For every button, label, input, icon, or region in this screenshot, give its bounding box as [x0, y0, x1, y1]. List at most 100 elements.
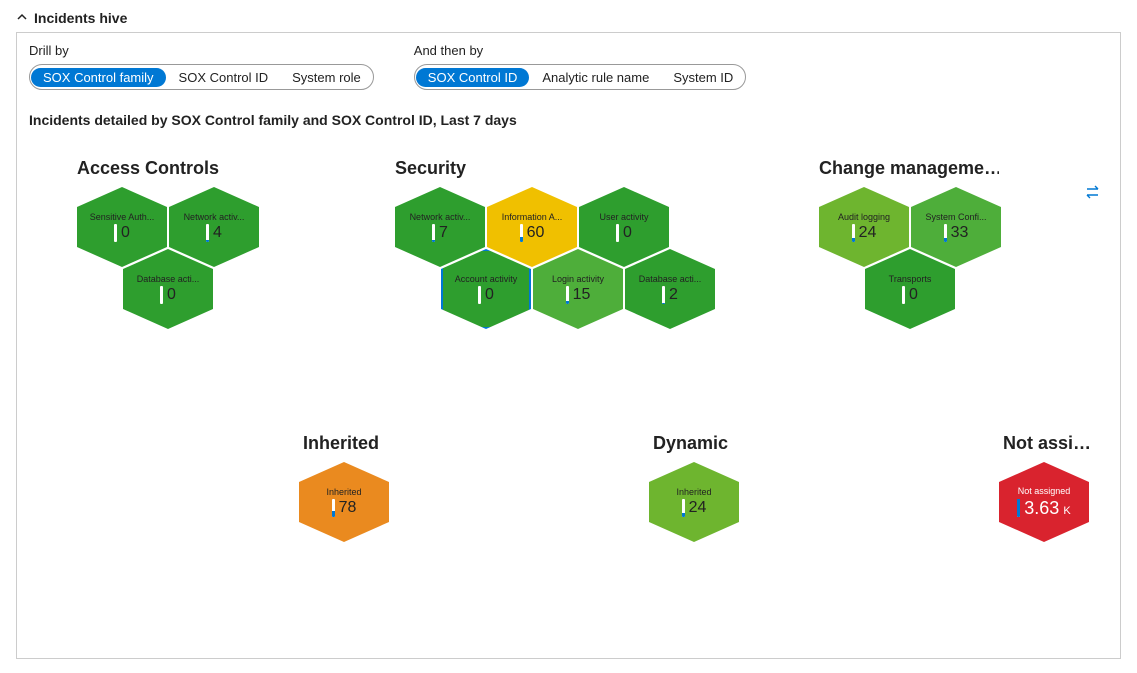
hex-value: 7: [439, 224, 448, 242]
cluster-title: Access Controls: [77, 158, 219, 179]
hex-tile[interactable]: Database acti...2: [625, 249, 715, 329]
hex-label: Transports: [869, 274, 951, 284]
hex-tile[interactable]: User activity0: [579, 187, 669, 267]
hex-value-row: 3.63 K: [1017, 498, 1070, 519]
drill-by-segment: SOX Control familySOX Control IDSystem r…: [29, 64, 374, 90]
cluster-access-controls: Access ControlsSensitive Auth...0Network…: [77, 158, 219, 187]
section-title: Incidents hive: [34, 10, 127, 26]
hex-bar: [160, 286, 163, 304]
hex-value: 15: [573, 286, 591, 304]
hex-tile[interactable]: Login activity 15: [533, 249, 623, 329]
hex-bar: [662, 286, 665, 304]
hex-bar: [520, 224, 523, 242]
hex-value-row: 60: [520, 224, 545, 242]
hex-value: 24: [689, 499, 707, 517]
hex-value: 2: [669, 286, 678, 304]
drill-by-label: Drill by: [29, 43, 374, 58]
then-by-segment: SOX Control IDAnalytic rule nameSystem I…: [414, 64, 747, 90]
hex-value-row: 15: [566, 286, 591, 304]
hex-value: 60: [527, 224, 545, 242]
hex-label: Login activity: [537, 274, 619, 284]
chevron-up-icon: [16, 11, 28, 26]
hex-tile[interactable]: Network activ... 7: [395, 187, 485, 267]
hex-value-row: 4: [206, 224, 222, 242]
hex-value-row: 0: [616, 224, 632, 242]
hex-value: 0: [121, 224, 130, 242]
cluster-dynamic: DynamicInherited24: [649, 433, 728, 462]
hex-label: System Confi...: [915, 212, 997, 222]
hex-label: Information A...: [491, 212, 573, 222]
hex-label: Account activity: [445, 274, 527, 284]
cluster-title: Dynamic: [653, 433, 728, 454]
hex-label: Database acti...: [127, 274, 209, 284]
then-by-option[interactable]: SOX Control ID: [416, 68, 530, 87]
hex-tile[interactable]: Sensitive Auth... 0: [77, 187, 167, 267]
hex-label: Inherited: [303, 487, 385, 497]
hex-value-row: 24: [852, 224, 877, 242]
then-by-label: And then by: [414, 43, 747, 58]
hex-value: 0: [167, 286, 176, 304]
hex-tile[interactable]: Not assigned 3.63 K: [999, 462, 1089, 542]
chart-subtitle: Incidents detailed by SOX Control family…: [29, 112, 1108, 128]
hex-label: Sensitive Auth...: [81, 212, 163, 222]
cluster-not-assigned: Not assi…Not assigned3.63 K: [999, 433, 1091, 462]
cluster-change-management: Change manageme…Audit logging24System Co…: [819, 158, 999, 187]
cluster-inherited: InheritedInherited78: [299, 433, 379, 462]
hex-label: Network activ...: [173, 212, 255, 222]
hex-bar: [566, 286, 569, 304]
hex-bar: [944, 224, 947, 242]
drill-by-option[interactable]: SOX Control ID: [167, 67, 281, 88]
hex-tile[interactable]: Inherited 24: [649, 462, 739, 542]
hex-label: Audit logging: [823, 212, 905, 222]
hex-tile[interactable]: System Confi... 33: [911, 187, 1001, 267]
hex-bar: [616, 224, 619, 242]
hex-unit: K: [1060, 505, 1070, 517]
panel: Drill by SOX Control familySOX Control I…: [16, 32, 1121, 659]
hex-tile[interactable]: Transports 0: [865, 249, 955, 329]
hex-tile[interactable]: Information A... 60: [487, 187, 577, 267]
drill-by-option[interactable]: System role: [280, 67, 373, 88]
hex-bar: [432, 224, 435, 242]
drill-by-option[interactable]: SOX Control family: [31, 68, 166, 87]
hex-value-row: 0: [478, 286, 494, 304]
hex-bar: [1017, 499, 1020, 517]
hex-bar: [206, 224, 209, 242]
hex-label: Inherited: [653, 487, 735, 497]
hex-value-row: 24: [682, 499, 707, 517]
hex-tile[interactable]: Inherited 78: [299, 462, 389, 542]
cluster-title: Inherited: [303, 433, 379, 454]
hex-value-row: 78: [332, 499, 357, 517]
hex-bar: [114, 224, 117, 242]
cluster-security: SecurityNetwork activ...7Information A..…: [395, 158, 466, 187]
drill-by-group: Drill by SOX Control familySOX Control I…: [29, 43, 374, 90]
hex-value-row: 0: [902, 286, 918, 304]
then-by-option[interactable]: Analytic rule name: [530, 67, 661, 88]
hex-label: Not assigned: [1003, 486, 1085, 496]
section-header[interactable]: Incidents hive: [16, 10, 1121, 26]
hex-value: 0: [623, 224, 632, 242]
hex-value: 0: [909, 286, 918, 304]
hex-bar: [332, 499, 335, 517]
hex-bar: [478, 286, 481, 304]
then-by-group: And then by SOX Control IDAnalytic rule …: [414, 43, 747, 90]
hex-value: 33: [951, 224, 969, 242]
hex-value: 24: [859, 224, 877, 242]
hex-value-row: 33: [944, 224, 969, 242]
hex-value-row: 7: [432, 224, 448, 242]
hex-value: 4: [213, 224, 222, 242]
hex-tile[interactable]: Database acti... 0: [123, 249, 213, 329]
hex-bar: [682, 499, 685, 517]
hex-value: 78: [339, 499, 357, 517]
cluster-title: Change manageme…: [819, 158, 999, 179]
hex-value: 3.63 K: [1024, 498, 1070, 519]
hex-tile[interactable]: Audit logging 24: [819, 187, 909, 267]
hex-tile[interactable]: Account activity 0: [441, 249, 531, 329]
then-by-option[interactable]: System ID: [661, 67, 745, 88]
cluster-title: Not assi…: [1003, 433, 1091, 454]
hex-clusters: Access Controls Sensitive Auth... 0 Network…: [29, 158, 1108, 628]
hex-value: 0: [485, 286, 494, 304]
hex-value-row: 0: [160, 286, 176, 304]
hex-value-row: 2: [662, 286, 678, 304]
hex-tile[interactable]: Network activ... 4: [169, 187, 259, 267]
hex-label: Network activ...: [399, 212, 481, 222]
